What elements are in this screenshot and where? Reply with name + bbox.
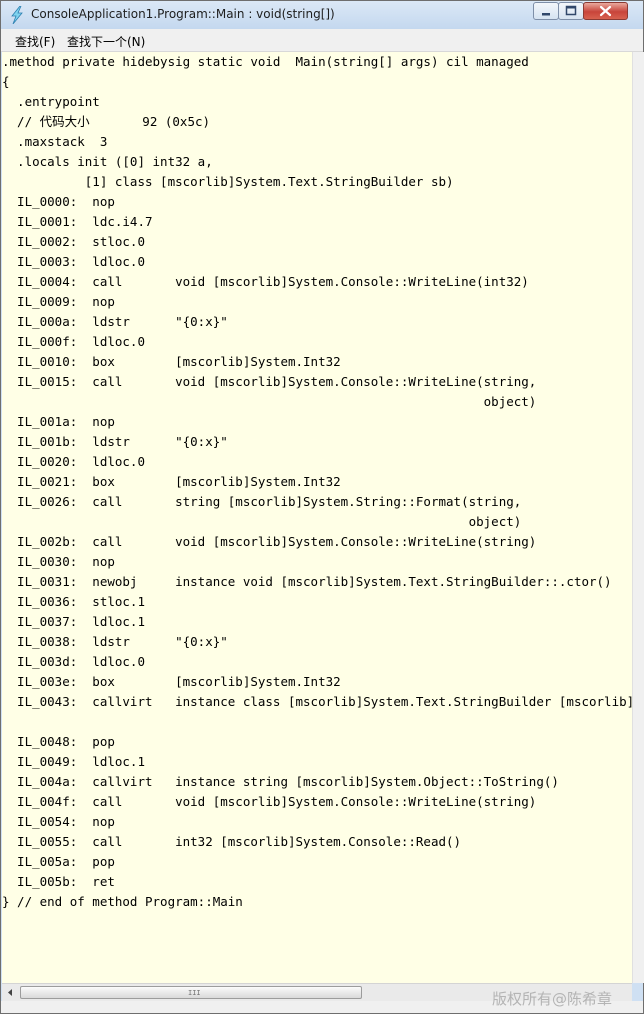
code-line: IL_0020: ldloc.0 — [2, 454, 145, 469]
code-line: object) — [2, 394, 537, 409]
code-line: IL_0015: call void [mscorlib]System.Cons… — [2, 374, 537, 389]
code-line: IL_0054: nop — [2, 814, 115, 829]
code-line: IL_0003: ldloc.0 — [2, 254, 145, 269]
close-button[interactable] — [583, 2, 628, 20]
code-line: .locals init ([0] int32 a, — [2, 154, 213, 169]
il-code-view[interactable]: .method private hidebysig static void Ma… — [2, 52, 632, 983]
maximize-button[interactable] — [558, 2, 584, 20]
code-line: IL_0001: ldc.i4.7 — [2, 214, 153, 229]
code-line: object) — [2, 514, 522, 529]
code-line: IL_0002: stloc.0 — [2, 234, 145, 249]
code-line: IL_0037: ldloc.1 — [2, 614, 145, 629]
code-line: IL_001a: nop — [2, 414, 115, 429]
menu-find-next[interactable]: 查找下一个(N) — [67, 33, 145, 50]
code-line: IL_0043: callvirt instance class [mscorl… — [17, 694, 632, 709]
code-line: IL_0038: ldstr "{0:x}" — [2, 634, 228, 649]
code-line: .method private hidebysig static void Ma… — [2, 54, 529, 69]
code-line: IL_0049: ldloc.1 — [2, 754, 145, 769]
code-line: IL_005b: ret — [2, 874, 115, 889]
horizontal-scroll-thumb[interactable]: III — [20, 986, 362, 999]
code-line: IL_0036: stloc.1 — [2, 594, 145, 609]
code-line: IL_0000: nop — [2, 194, 115, 209]
close-icon — [599, 5, 612, 17]
code-line: IL_000f: ldloc.0 — [2, 334, 145, 349]
minimize-icon — [542, 13, 550, 16]
minimize-button[interactable] — [533, 2, 559, 20]
vertical-scrollbar[interactable] — [632, 52, 644, 983]
maximize-icon — [565, 5, 577, 16]
code-line: IL_0030: nop — [2, 554, 115, 569]
window-title: ConsoleApplication1.Program::Main : void… — [31, 7, 335, 21]
title-bar[interactable]: ConsoleApplication1.Program::Main : void… — [1, 1, 643, 30]
code-line: IL_003e: box [mscorlib]System.Int32 — [2, 674, 341, 689]
code-line: IL_001b: ldstr "{0:x}" — [2, 434, 228, 449]
code-line: IL_003d: ldloc.0 — [2, 654, 145, 669]
code-line: IL_0010: box [mscorlib]System.Int32 — [2, 354, 341, 369]
code-line: IL_0004: call void [mscorlib]System.Cons… — [2, 274, 529, 289]
code-line: .maxstack 3 — [2, 134, 108, 149]
code-line: IL_0026: call string [mscorlib]System.St… — [2, 494, 522, 509]
arrow-left-icon[interactable] — [2, 984, 19, 1001]
code-line: IL_0055: call int32 [mscorlib]System.Con… — [2, 834, 462, 849]
il-viewer-window: ConsoleApplication1.Program::Main : void… — [0, 0, 644, 1014]
code-line: // 代码大小 92 (0x5c) — [2, 114, 211, 129]
menu-find[interactable]: 查找(F) — [15, 33, 55, 50]
code-line: } // end of method Program::Main — [2, 894, 243, 909]
code-line: { — [2, 74, 10, 89]
code-line: IL_000a: ldstr "{0:x}" — [2, 314, 228, 329]
code-line: IL_004f: call void [mscorlib]System.Cons… — [2, 794, 537, 809]
code-line: [1] class [mscorlib]System.Text.StringBu… — [2, 174, 454, 189]
menu-bar: 查找(F) 查找下一个(N) — [1, 29, 643, 52]
code-line: .entrypoint — [2, 94, 100, 109]
code-line: IL_002b: call void [mscorlib]System.Cons… — [2, 534, 537, 549]
code-line: IL_004a: callvirt instance string [mscor… — [2, 774, 559, 789]
code-line: IL_0048: pop — [2, 734, 115, 749]
lightning-bolt-icon — [9, 5, 25, 25]
code-line: IL_0009: nop — [2, 294, 115, 309]
copyright-watermark: 版权所有@陈希章 — [492, 990, 613, 1008]
code-line: IL_005a: pop — [2, 854, 115, 869]
code-line: IL_0021: box [mscorlib]System.Int32 — [2, 474, 341, 489]
code-line: IL_0031: newobj instance void [mscorlib]… — [2, 574, 612, 589]
scroll-grip: III — [188, 989, 201, 997]
